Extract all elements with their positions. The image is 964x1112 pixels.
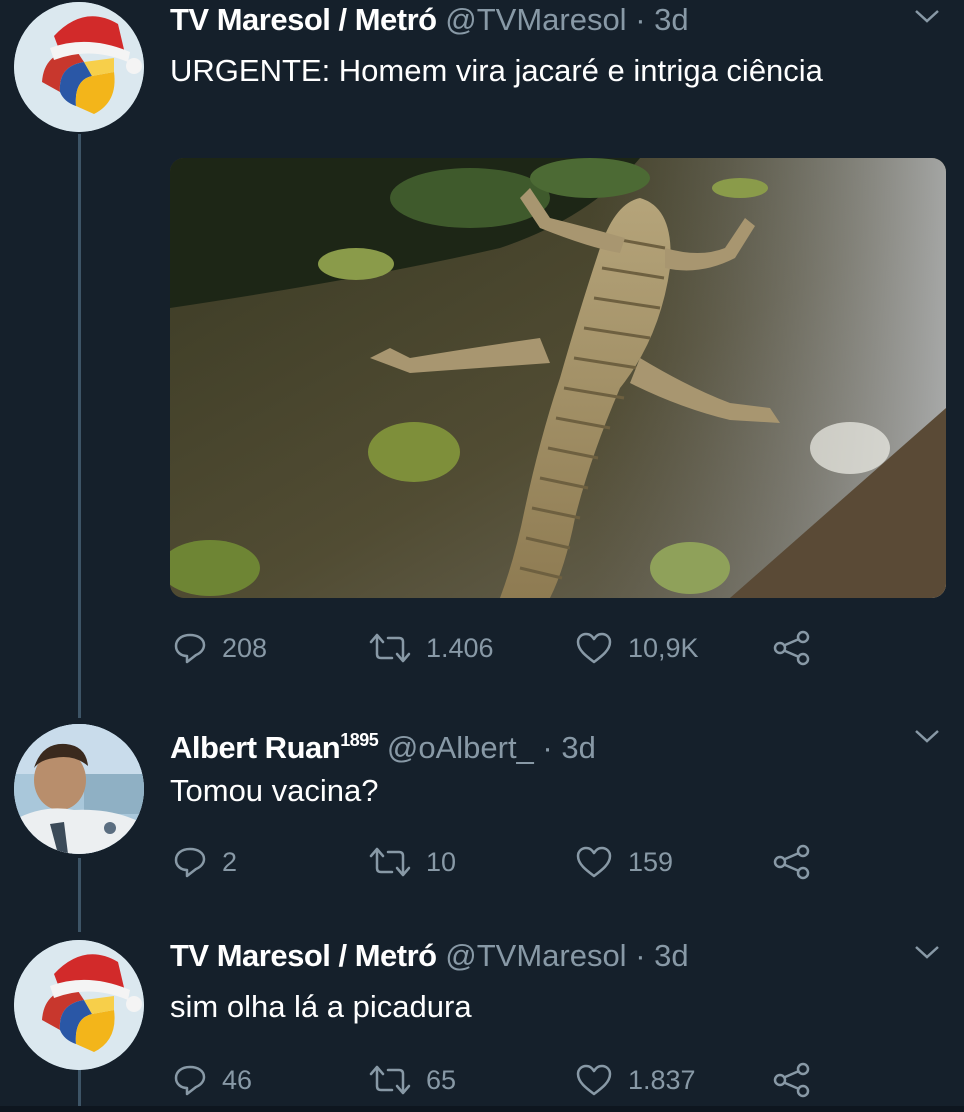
- separator-dot: ·: [635, 938, 646, 973]
- chevron-down-icon[interactable]: [912, 726, 942, 746]
- share-action[interactable]: [772, 628, 826, 668]
- tweet-actions: 208 1.406 10,9K: [172, 628, 832, 668]
- tweet-reply-1[interactable]: Albert Ruan1895 @oAlbert_ · 3d Tomou vac…: [0, 720, 964, 920]
- display-name[interactable]: Albert Ruan1895: [170, 730, 379, 765]
- tweet-actions: 2 10 159: [172, 842, 832, 882]
- share-icon: [773, 1062, 810, 1098]
- retweet-count: 1.406: [426, 632, 494, 663]
- like-count: 1.837: [628, 1064, 696, 1095]
- avatar-tvmaresol[interactable]: [14, 2, 144, 132]
- tweet-text: URGENTE: Homem vira jacaré e intriga ciê…: [170, 53, 823, 88]
- reply-count: 46: [222, 1064, 253, 1095]
- timestamp[interactable]: 3d: [654, 2, 688, 37]
- retweet-action[interactable]: 65: [368, 1060, 456, 1100]
- avatar-albert[interactable]: [14, 724, 144, 854]
- retweet-count: 10: [426, 846, 457, 877]
- share-icon: [773, 630, 810, 666]
- share-action[interactable]: [772, 1060, 826, 1100]
- retweet-action[interactable]: 1.406: [368, 628, 494, 668]
- user-handle[interactable]: @TVMaresol: [445, 938, 626, 973]
- reply-count: 2: [222, 846, 238, 877]
- tweet-header: Albert Ruan1895 @oAlbert_ · 3d: [170, 720, 596, 768]
- display-name[interactable]: TV Maresol / Metró: [170, 2, 437, 37]
- display-name[interactable]: TV Maresol / Metró: [170, 938, 437, 973]
- tweet-text: Tomou vacina?: [170, 773, 379, 808]
- heart-icon: [576, 632, 612, 664]
- separator-dot: ·: [635, 2, 646, 37]
- timestamp[interactable]: 3d: [654, 938, 688, 973]
- like-count: 10,9K: [628, 632, 699, 663]
- chevron-down-icon[interactable]: [912, 942, 942, 962]
- like-action[interactable]: 10,9K: [574, 628, 699, 668]
- share-icon: [773, 844, 810, 880]
- user-handle[interactable]: @TVMaresol: [445, 2, 626, 37]
- timestamp[interactable]: 3d: [561, 730, 595, 765]
- name-superscript: 1895: [340, 730, 379, 750]
- display-name-text: Albert Ruan: [170, 730, 341, 765]
- tweet-actions: 46 65 1.837: [172, 1060, 832, 1100]
- reply-action[interactable]: 46: [172, 1060, 252, 1100]
- separator-dot: ·: [542, 730, 553, 765]
- user-handle[interactable]: @oAlbert_: [387, 730, 534, 765]
- retweet-icon: [369, 1065, 411, 1095]
- tweet-original[interactable]: TV Maresol / Metró @TVMaresol · 3d URGEN…: [0, 0, 964, 700]
- bottom-divider: [0, 1106, 964, 1112]
- retweet-icon: [369, 847, 411, 877]
- like-action[interactable]: 159: [574, 842, 673, 882]
- reply-icon: [174, 1065, 206, 1096]
- reply-count: 208: [222, 632, 268, 663]
- retweet-icon: [369, 633, 411, 663]
- reply-action[interactable]: 2: [172, 842, 237, 882]
- like-count: 159: [628, 846, 674, 877]
- share-action[interactable]: [772, 842, 826, 882]
- tweet-text: sim olha lá a picadura: [170, 989, 472, 1024]
- like-action[interactable]: 1.837: [574, 1060, 696, 1100]
- tweet-header: TV Maresol / Metró @TVMaresol · 3d: [170, 0, 689, 40]
- retweet-count: 65: [426, 1064, 457, 1095]
- tweet-header: TV Maresol / Metró @TVMaresol · 3d: [170, 936, 689, 976]
- reply-icon: [174, 847, 206, 878]
- retweet-action[interactable]: 10: [368, 842, 456, 882]
- avatar-tvmaresol[interactable]: [14, 940, 144, 1070]
- heart-icon: [576, 1064, 612, 1096]
- reply-icon: [174, 633, 206, 664]
- chevron-down-icon[interactable]: [912, 6, 942, 26]
- tweet-photo[interactable]: [170, 158, 946, 598]
- heart-icon: [576, 846, 612, 878]
- reply-action[interactable]: 208: [172, 628, 267, 668]
- tweet-reply-2[interactable]: TV Maresol / Metró @TVMaresol · 3d sim o…: [0, 936, 964, 1106]
